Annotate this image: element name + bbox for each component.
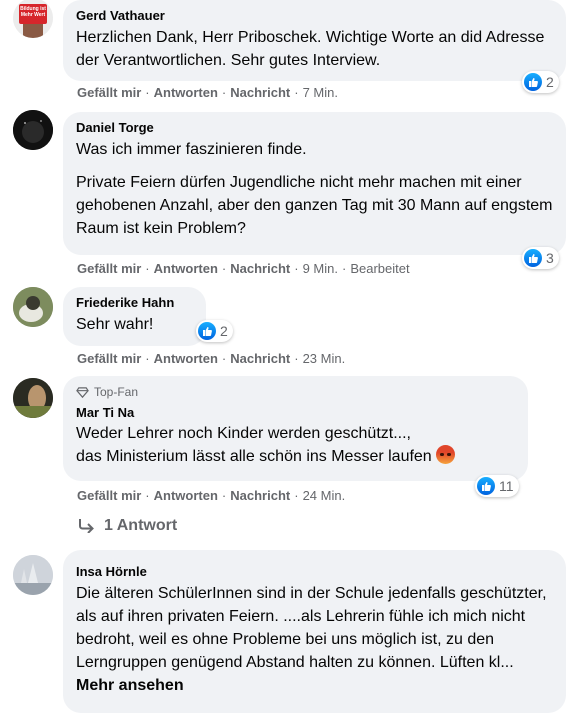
like-link[interactable]: Gefällt mir xyxy=(77,261,141,276)
comment-author[interactable]: Insa Hörnle xyxy=(76,564,554,580)
comment-bubble: Insa Hörnle Die älteren SchülerInnen sin… xyxy=(63,550,566,713)
message-link[interactable]: Nachricht xyxy=(230,85,290,100)
comment-text: Herzlichen Dank, Herr Priboschek. Wichti… xyxy=(76,29,545,69)
separator: · xyxy=(221,85,227,100)
separator: · xyxy=(221,351,227,366)
comment-text: Die älteren SchülerInnen sind in der Sch… xyxy=(76,582,554,697)
comment-text-line: Weder Lehrer noch Kinder werden geschütz… xyxy=(76,422,516,445)
timestamp[interactable]: 23 Min. xyxy=(303,351,346,366)
diamond-icon xyxy=(76,386,89,398)
like-link[interactable]: Gefällt mir xyxy=(77,488,141,503)
reaction-count[interactable]: 2 xyxy=(522,71,559,93)
timestamp[interactable]: 24 Min. xyxy=(303,488,346,503)
message-link[interactable]: Nachricht xyxy=(230,261,290,276)
separator: · xyxy=(145,351,150,366)
reaction-count[interactable]: 3 xyxy=(522,247,559,269)
reaction-number: 2 xyxy=(220,323,228,339)
timestamp[interactable]: 7 Min. xyxy=(303,85,338,100)
separator: · xyxy=(341,261,347,276)
top-fan-label: Top-Fan xyxy=(94,385,139,399)
separator: · xyxy=(294,488,299,503)
like-icon xyxy=(198,322,216,340)
reply-arrow-icon xyxy=(79,519,94,533)
comment-actions: Gefällt mir · Antworten · Nachricht · 9 Min. · B… xyxy=(77,261,410,277)
comment-actions: Gefällt mir · Antworten · Nachricht · 23 Min. xyxy=(77,351,345,367)
comment-text-line: das Ministerium lässt alle schön ins Mes… xyxy=(76,445,516,468)
message-link[interactable]: Nachricht xyxy=(230,488,290,503)
comment-body: Die älteren SchülerInnen sind in der Sch… xyxy=(76,585,547,671)
edited-label: Bearbeitet xyxy=(350,261,410,276)
avatar-sign-text: Bildung ist Mehr Wert xyxy=(20,6,46,18)
separator: · xyxy=(221,488,227,503)
separator: · xyxy=(145,261,150,276)
reply-link[interactable]: Antworten xyxy=(154,261,218,276)
view-replies-link[interactable]: 1 Antwort xyxy=(78,517,177,535)
avatar[interactable] xyxy=(13,555,53,595)
reaction-number: 2 xyxy=(546,74,554,90)
separator: · xyxy=(221,261,227,276)
comment-author[interactable]: Friederike Hahn xyxy=(76,295,194,311)
see-more-link[interactable]: Mehr ansehen xyxy=(76,677,184,694)
separator: · xyxy=(145,85,150,100)
top-fan-badge: Top-Fan xyxy=(76,384,516,400)
comment-actions: Gefällt mir · Antworten · Nachricht · 24 Min. xyxy=(77,488,345,504)
separator: · xyxy=(294,351,299,366)
avatar[interactable] xyxy=(13,378,53,418)
comment-text: Private Feiern dürfen Jugendliche nicht … xyxy=(76,174,553,237)
comment-author[interactable]: Mar Ti Na xyxy=(76,405,516,421)
message-link[interactable]: Nachricht xyxy=(230,351,290,366)
angry-emoji-icon xyxy=(435,445,455,464)
comment-text: Sehr wahr! xyxy=(76,316,154,333)
avatar[interactable] xyxy=(13,110,53,150)
reaction-count[interactable]: 2 xyxy=(196,320,233,342)
comment-bubble: Gerd Vathauer Herzlichen Dank, Herr Prib… xyxy=(63,0,566,81)
reaction-count[interactable]: 11 xyxy=(475,475,519,497)
separator: · xyxy=(294,261,299,276)
separator: · xyxy=(294,85,299,100)
like-link[interactable]: Gefällt mir xyxy=(77,85,141,100)
like-icon xyxy=(477,477,495,495)
reply-link[interactable]: Antworten xyxy=(154,85,218,100)
reaction-number: 3 xyxy=(546,250,554,266)
separator: · xyxy=(145,488,150,503)
like-icon xyxy=(524,249,542,267)
comment-actions: Gefällt mir · Antworten · Nachricht · 7 Min. xyxy=(77,85,338,101)
like-link[interactable]: Gefällt mir xyxy=(77,351,141,366)
comment-author[interactable]: Daniel Torge xyxy=(76,120,554,136)
avatar[interactable]: Bildung ist Mehr Wert xyxy=(13,0,53,38)
comment-bubble: Daniel Torge Was ich immer faszinieren f… xyxy=(63,112,566,255)
reply-link[interactable]: Antworten xyxy=(154,351,218,366)
comment-author[interactable]: Gerd Vathauer xyxy=(76,8,554,24)
comment-text: Was ich immer faszinieren finde. xyxy=(76,141,307,158)
comment-bubble: Top-Fan Mar Ti Na Weder Lehrer noch Kind… xyxy=(63,376,528,481)
comment-text: das Ministerium lässt alle schön ins Mes… xyxy=(76,448,432,465)
timestamp[interactable]: 9 Min. xyxy=(303,261,338,276)
reply-link[interactable]: Antworten xyxy=(154,488,218,503)
reply-count-label: 1 Antwort xyxy=(104,517,178,534)
avatar[interactable] xyxy=(13,287,53,327)
like-icon xyxy=(524,73,542,91)
comment-bubble: Friederike Hahn Sehr wahr! xyxy=(63,287,206,346)
reaction-number: 11 xyxy=(499,478,514,494)
comment-text: Weder Lehrer noch Kinder werden geschütz… xyxy=(76,425,411,442)
